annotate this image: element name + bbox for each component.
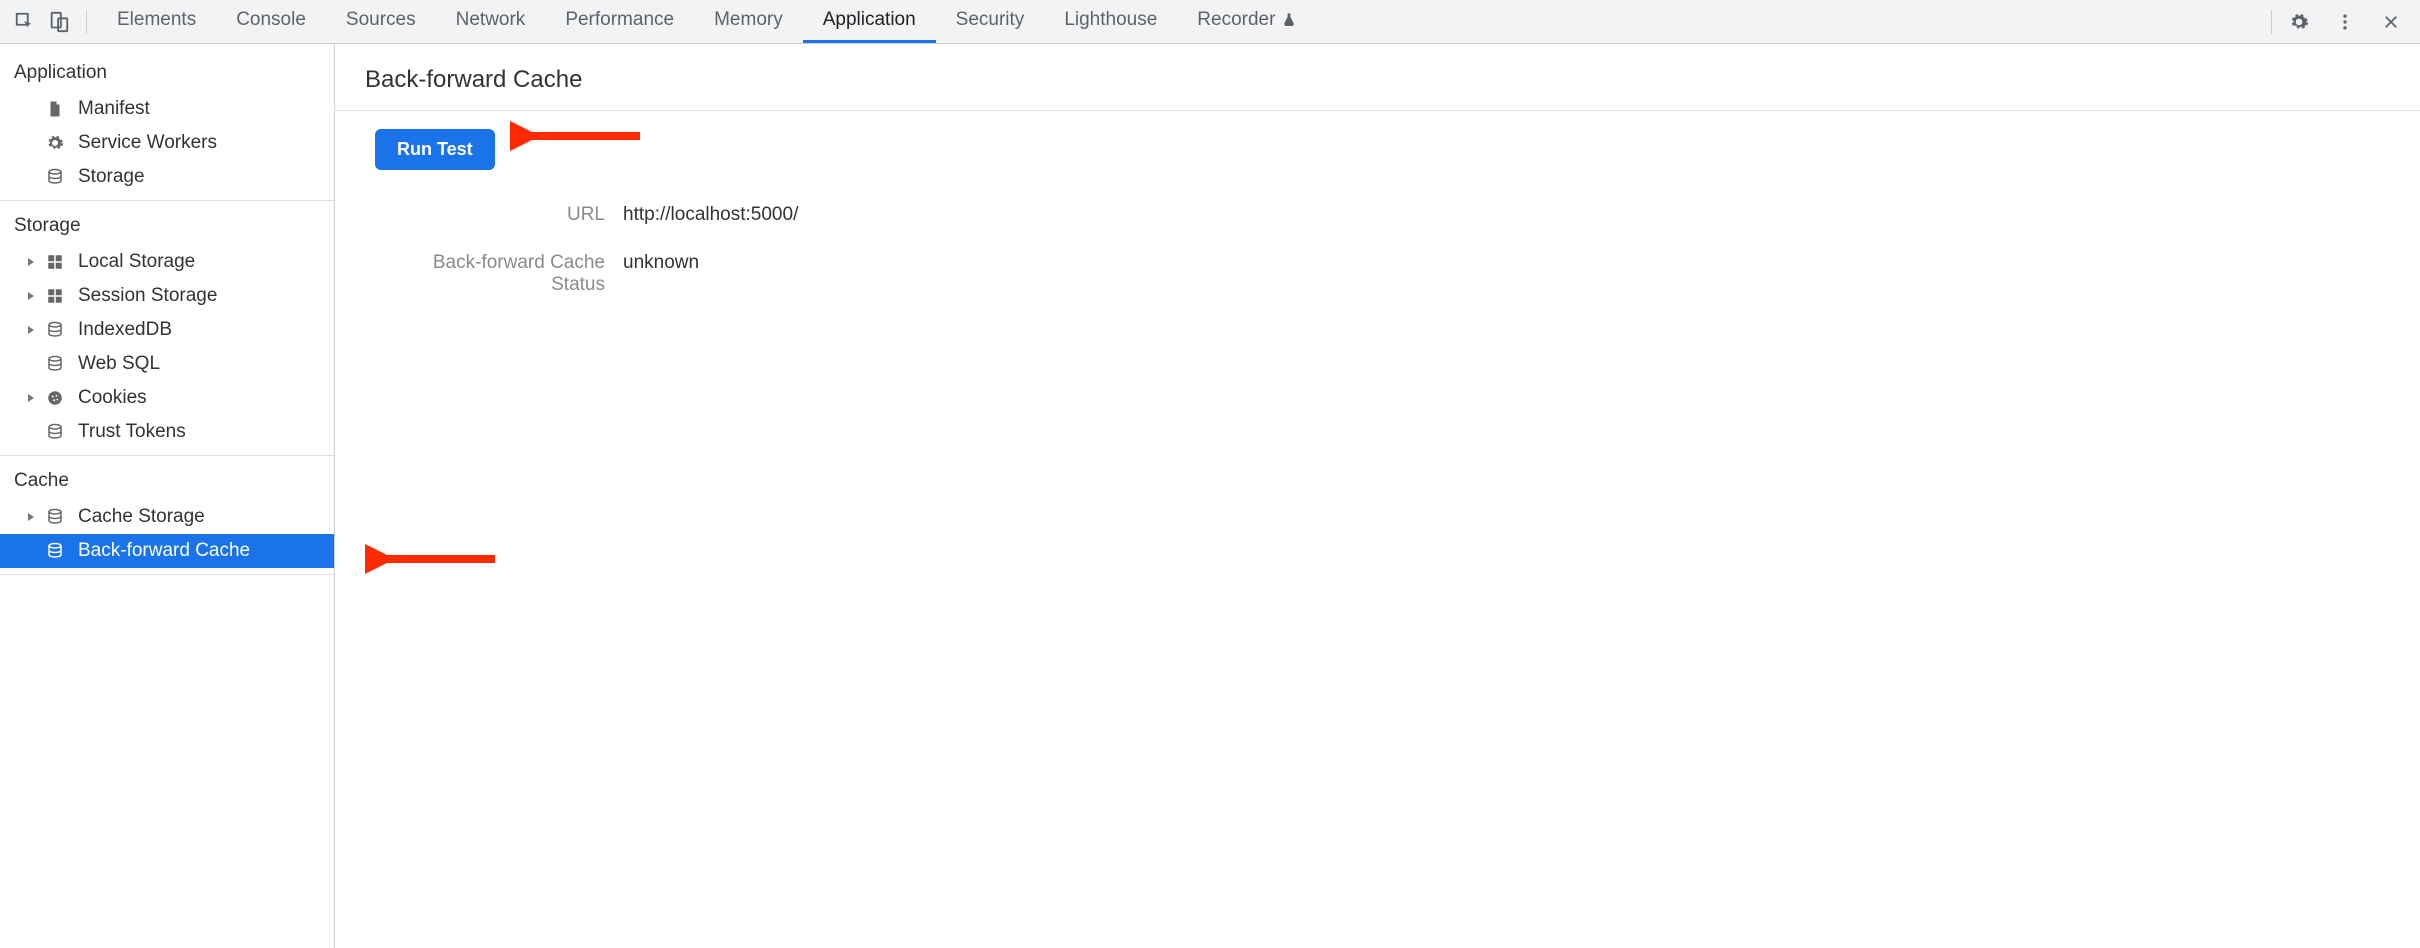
- sidebar-item-label: Manifest: [78, 98, 150, 120]
- sidebar-item-cookies[interactable]: Cookies: [0, 381, 334, 415]
- expand-icon[interactable]: [24, 289, 38, 303]
- url-label: URL: [375, 204, 623, 226]
- expand-icon[interactable]: [24, 510, 38, 524]
- close-devtools-icon[interactable]: [2374, 5, 2408, 39]
- annotation-arrow: [365, 544, 495, 574]
- status-row: Back-forward Cache Status unknown: [375, 252, 2380, 296]
- sidebar-item-cache-storage[interactable]: Cache Storage: [0, 500, 334, 534]
- workspace: Application Manifest Service Workers Sto…: [0, 44, 2420, 948]
- database-icon: [44, 506, 66, 528]
- status-value: unknown: [623, 252, 699, 296]
- group-cache: Cache: [0, 462, 334, 500]
- tab-console[interactable]: Console: [216, 0, 326, 43]
- sidebar-item-label: Storage: [78, 166, 145, 188]
- tab-sources[interactable]: Sources: [326, 0, 436, 43]
- group-storage: Storage: [0, 207, 334, 245]
- database-icon: [44, 540, 66, 562]
- sidebar-item-label: IndexedDB: [78, 319, 172, 341]
- sidebar-item-storage[interactable]: Storage: [0, 160, 334, 194]
- main-panel: Back-forward Cache Run Test URL http://l…: [335, 44, 2420, 948]
- expand-icon[interactable]: [24, 391, 38, 405]
- sidebar-item-web-sql[interactable]: Web SQL: [0, 347, 334, 381]
- sidebar-item-label: Cache Storage: [78, 506, 205, 528]
- flask-icon: [1281, 12, 1297, 28]
- tab-performance[interactable]: Performance: [545, 0, 694, 43]
- tab-recorder[interactable]: Recorder: [1177, 0, 1317, 43]
- status-label: Back-forward Cache Status: [375, 252, 623, 296]
- separator: [86, 10, 87, 34]
- panel-tabs: Elements Console Sources Network Perform…: [97, 0, 1317, 43]
- tab-memory[interactable]: Memory: [694, 0, 803, 43]
- run-test-button[interactable]: Run Test: [375, 129, 495, 170]
- annotation-arrow: [510, 121, 640, 151]
- sidebar-item-session-storage[interactable]: Session Storage: [0, 279, 334, 313]
- sidebar-item-label: Service Workers: [78, 132, 217, 154]
- group-application: Application: [0, 54, 334, 92]
- sidebar-item-label: Web SQL: [78, 353, 160, 375]
- database-icon: [44, 353, 66, 375]
- sidebar-item-local-storage[interactable]: Local Storage: [0, 245, 334, 279]
- database-icon: [44, 166, 66, 188]
- separator: [2271, 10, 2272, 34]
- tab-security[interactable]: Security: [936, 0, 1045, 43]
- cookie-icon: [44, 387, 66, 409]
- sidebar-item-bfcache[interactable]: Back-forward Cache: [0, 534, 334, 568]
- application-sidebar: Application Manifest Service Workers Sto…: [0, 44, 335, 948]
- sidebar-item-trust-tokens[interactable]: Trust Tokens: [0, 415, 334, 449]
- sidebar-item-indexeddb[interactable]: IndexedDB: [0, 313, 334, 347]
- database-icon: [44, 319, 66, 341]
- tab-elements[interactable]: Elements: [97, 0, 216, 43]
- expand-icon[interactable]: [24, 323, 38, 337]
- file-icon: [44, 98, 66, 120]
- expand-icon[interactable]: [24, 255, 38, 269]
- grid-icon: [44, 251, 66, 273]
- page-title: Back-forward Cache: [335, 44, 2420, 110]
- tab-application[interactable]: Application: [803, 0, 936, 43]
- tab-lighthouse[interactable]: Lighthouse: [1044, 0, 1177, 43]
- sidebar-item-manifest[interactable]: Manifest: [0, 92, 334, 126]
- gear-icon: [44, 132, 66, 154]
- grid-icon: [44, 285, 66, 307]
- sidebar-item-label: Session Storage: [78, 285, 217, 307]
- sidebar-item-label: Cookies: [78, 387, 147, 409]
- tab-network[interactable]: Network: [436, 0, 546, 43]
- sidebar-item-label: Back-forward Cache: [78, 540, 250, 562]
- sidebar-item-label: Local Storage: [78, 251, 195, 273]
- url-value: http://localhost:5000/: [623, 204, 798, 226]
- url-row: URL http://localhost:5000/: [375, 204, 2380, 226]
- inspect-icon[interactable]: [8, 5, 42, 39]
- database-icon: [44, 421, 66, 443]
- sidebar-item-service-workers[interactable]: Service Workers: [0, 126, 334, 160]
- settings-icon[interactable]: [2282, 5, 2316, 39]
- devtools-tabbar: Elements Console Sources Network Perform…: [0, 0, 2420, 44]
- more-icon[interactable]: [2328, 5, 2362, 39]
- sidebar-item-label: Trust Tokens: [78, 421, 186, 443]
- device-toggle-icon[interactable]: [42, 5, 76, 39]
